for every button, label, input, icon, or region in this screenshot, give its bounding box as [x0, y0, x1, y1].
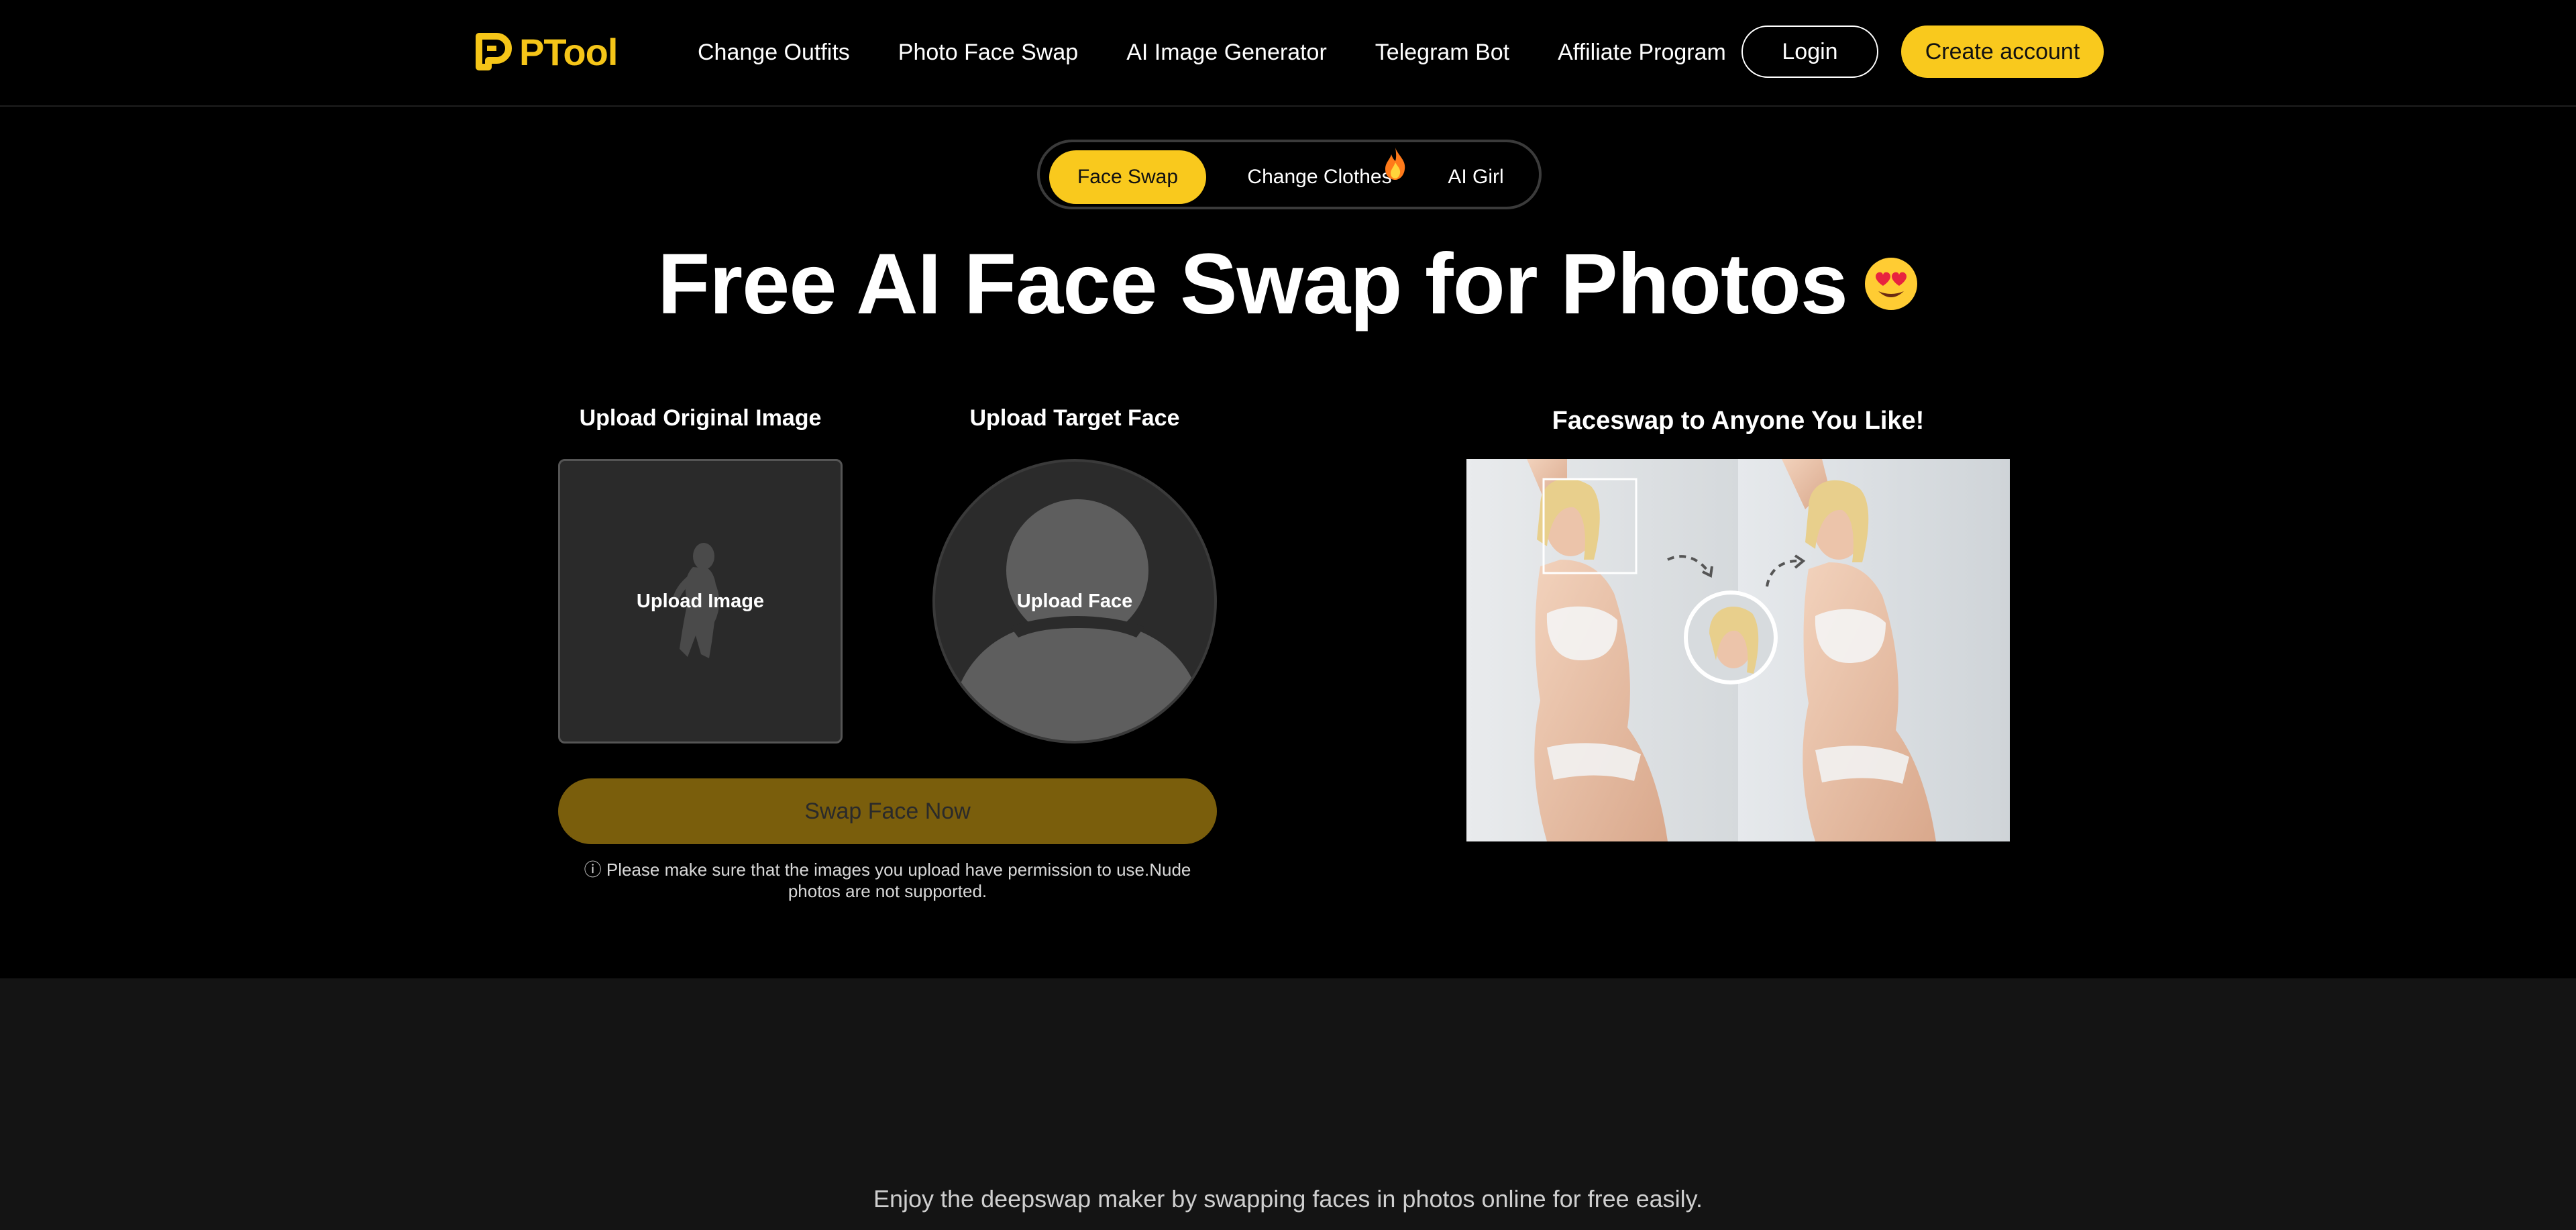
ptool-logo-icon: [476, 33, 512, 70]
nav-telegram-bot[interactable]: Telegram Bot: [1375, 34, 1509, 71]
upload-target-label: Upload Target Face: [969, 405, 1180, 431]
info-icon: ⓘ: [584, 860, 602, 880]
mode-tabs: Face Swap Change Clothes AI Girl: [1037, 140, 1542, 209]
fire-icon: [1385, 148, 1405, 180]
swap-face-button[interactable]: Swap Face Now: [558, 778, 1217, 844]
main-nav: Change Outfits Photo Face Swap AI Image …: [698, 34, 1726, 71]
create-account-button[interactable]: Create account: [1901, 25, 2104, 78]
example-title: Faceswap to Anyone You Like!: [1552, 407, 1925, 435]
upload-face-button[interactable]: Upload Face: [935, 462, 1214, 741]
upload-notice: ⓘ Please make sure that the images you u…: [558, 859, 1217, 902]
upload-image-dropzone[interactable]: Upload Image: [558, 459, 843, 744]
nav-ai-image-generator[interactable]: AI Image Generator: [1126, 34, 1327, 71]
heart-eyes-emoji-icon: [1864, 258, 1917, 311]
tab-ai-girl[interactable]: AI Girl: [1429, 150, 1523, 204]
brand-logo[interactable]: PTool: [475, 30, 618, 74]
upload-image-button[interactable]: Upload Image: [560, 461, 841, 741]
lower-section-text: Enjoy the deepswap maker by swapping fac…: [873, 1185, 1703, 1213]
example-image: [1466, 459, 2010, 841]
upload-face-dropzone[interactable]: Upload Face: [932, 459, 1217, 744]
lower-section: Enjoy the deepswap maker by swapping fac…: [0, 978, 2576, 1230]
tab-face-swap[interactable]: Face Swap: [1049, 150, 1206, 204]
upload-original-label: Upload Original Image: [579, 405, 822, 431]
faceswap-example-illustration: [1466, 459, 2010, 841]
top-navbar: PTool Change Outfits Photo Face Swap AI …: [0, 0, 2576, 107]
nav-affiliate-program[interactable]: Affiliate Program: [1558, 34, 1726, 71]
page-title: Free AI Face Swap for Photos: [0, 235, 2576, 334]
nav-photo-face-swap[interactable]: Photo Face Swap: [898, 34, 1078, 71]
page-title-text: Free AI Face Swap for Photos: [657, 236, 1848, 332]
nav-change-outfits[interactable]: Change Outfits: [698, 34, 850, 71]
upload-notice-text: Please make sure that the images you upl…: [606, 860, 1191, 901]
brand-name: PTool: [519, 30, 618, 73]
login-button[interactable]: Login: [1741, 25, 1878, 78]
